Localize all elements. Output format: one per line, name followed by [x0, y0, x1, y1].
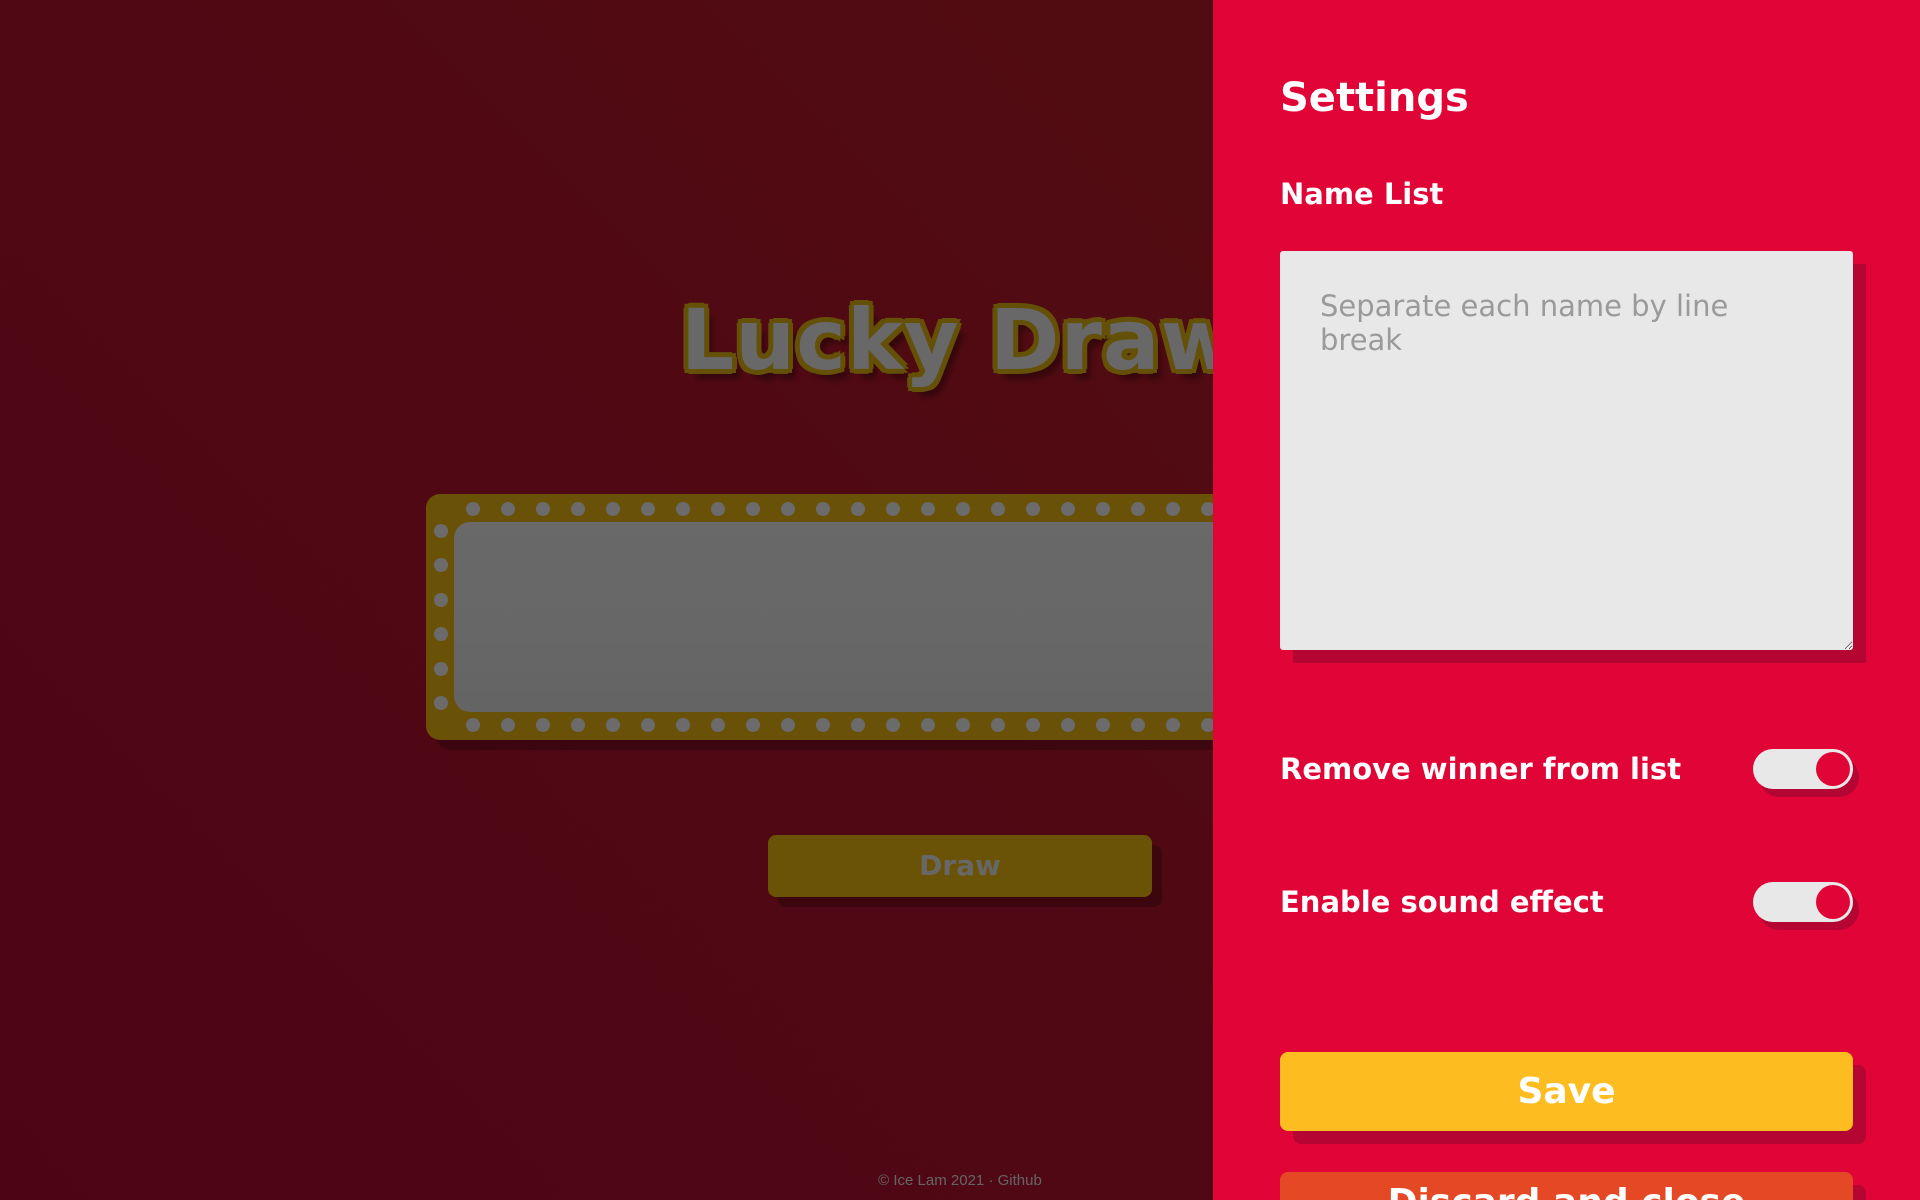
sound-effect-toggle[interactable] [1753, 882, 1853, 922]
name-list-textarea[interactable] [1280, 251, 1853, 650]
remove-winner-toggle[interactable] [1753, 749, 1853, 789]
settings-title: Settings [1280, 75, 1469, 121]
sound-effect-setting: Enable sound effect [1280, 882, 1853, 922]
name-list-label: Name List [1280, 177, 1444, 211]
name-list-field-wrapper [1280, 251, 1853, 650]
toggle-knob-icon [1816, 752, 1850, 786]
remove-winner-label: Remove winner from list [1280, 752, 1682, 786]
remove-winner-setting: Remove winner from list [1280, 749, 1853, 789]
sound-effect-label: Enable sound effect [1280, 885, 1604, 919]
settings-drawer: Settings Name List Remove winner from li… [1213, 0, 1920, 1200]
save-button[interactable]: Save [1280, 1052, 1853, 1131]
toggle-knob-icon [1816, 885, 1850, 919]
discard-button[interactable]: Discard and close [1280, 1172, 1853, 1200]
